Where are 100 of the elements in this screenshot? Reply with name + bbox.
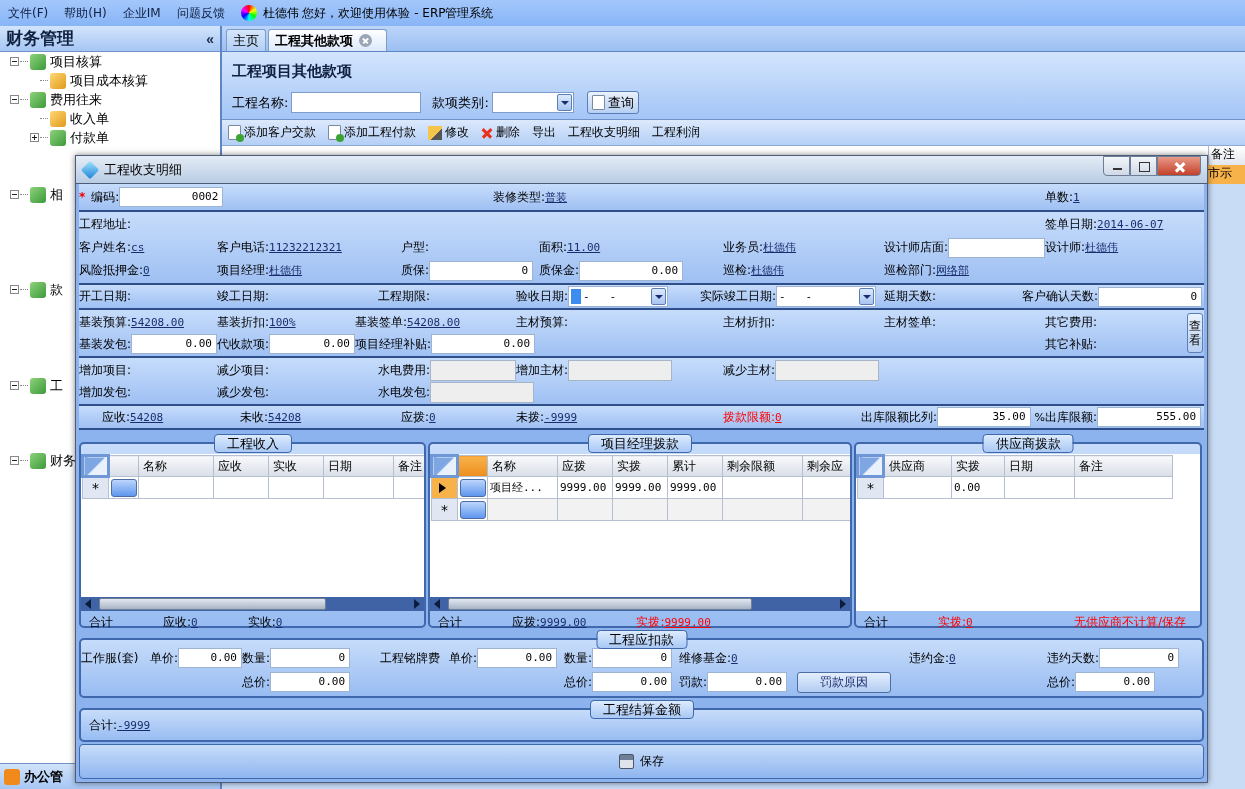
- collapse-toggle-icon[interactable]: [10, 456, 19, 465]
- expand-toggle-icon[interactable]: [30, 133, 39, 142]
- query-button[interactable]: 查询: [586, 91, 639, 114]
- tree-item[interactable]: 收入单: [70, 109, 109, 128]
- field-label: 客户姓名:: [79, 239, 132, 256]
- scrollbar-thumb[interactable]: [448, 598, 752, 610]
- input-field[interactable]: 0.00: [579, 260, 684, 281]
- row-button[interactable]: [459, 500, 486, 519]
- tree-item[interactable]: 工: [50, 376, 63, 395]
- table-cell: 市示: [1208, 165, 1245, 184]
- type-dropdown[interactable]: [491, 92, 574, 113]
- input-field[interactable]: 555.00: [1097, 407, 1202, 427]
- horizontal-scrollbar[interactable]: [430, 597, 850, 611]
- page-title: 工程项目其他款项: [232, 62, 353, 81]
- input-field[interactable]: [948, 237, 1045, 258]
- toolbar-button[interactable]: 工程收支明细: [568, 124, 640, 141]
- input-field[interactable]: 35.00: [937, 407, 1031, 427]
- collapse-toggle-icon[interactable]: [10, 57, 19, 66]
- menu-item[interactable]: 问题反馈: [176, 4, 225, 22]
- input-field[interactable]: 0: [270, 648, 351, 668]
- input-field[interactable]: 0.00: [707, 672, 788, 692]
- scroll-left-icon[interactable]: [434, 599, 440, 609]
- field-label: 竣工日期:: [217, 288, 270, 305]
- input-field[interactable]: 0: [1099, 648, 1180, 668]
- toolbar-button[interactable]: 添加工程付款: [328, 124, 416, 141]
- collapse-toggle-icon[interactable]: [10, 285, 19, 294]
- tab[interactable]: 工程其他款项: [268, 29, 387, 51]
- field-label: 开工日期:: [79, 288, 132, 305]
- grid-corner-icon[interactable]: [857, 455, 884, 477]
- tree-item[interactable]: 款: [50, 280, 63, 299]
- menu-item[interactable]: 企业IM: [122, 4, 161, 22]
- date-field[interactable]: - -: [776, 286, 877, 307]
- input-field[interactable]: 0: [1098, 286, 1203, 307]
- field-label: 代收款项:: [217, 335, 270, 353]
- tree-item[interactable]: 项目核算: [50, 52, 102, 71]
- input-field[interactable]: 0: [592, 648, 673, 668]
- collapse-button[interactable]: «: [206, 30, 214, 47]
- input-field[interactable]: 0.00: [592, 672, 673, 692]
- input-field[interactable]: 0002: [119, 187, 224, 207]
- field-value: 0: [429, 410, 436, 424]
- scroll-right-icon[interactable]: [414, 599, 420, 609]
- close-icon[interactable]: [359, 34, 372, 47]
- field-label: 工作服(套): [81, 649, 139, 667]
- input-field[interactable]: 0.00: [1075, 672, 1156, 692]
- save-button[interactable]: 保存: [613, 752, 670, 771]
- grid-corner-icon[interactable]: [431, 455, 458, 477]
- tree-item[interactable]: 财务: [50, 451, 76, 470]
- collapse-toggle-icon[interactable]: [10, 381, 19, 390]
- field-value: 网络部: [936, 263, 970, 278]
- toolbar-button[interactable]: 添加客户交款: [228, 124, 316, 141]
- close-button[interactable]: [1157, 156, 1201, 176]
- toolbar-button[interactable]: 删除: [481, 124, 520, 141]
- menu-item[interactable]: 文件(F): [8, 4, 49, 22]
- tree-item[interactable]: 付款单: [70, 128, 109, 147]
- name-field[interactable]: [291, 92, 422, 113]
- input-field[interactable]: 0.00: [178, 648, 242, 668]
- field-label: 编码:: [91, 188, 120, 206]
- field-label: 主材折扣:: [723, 313, 776, 331]
- field-value: 100%: [269, 315, 296, 329]
- column-header: 实拨: [612, 455, 668, 477]
- unit-label: %: [1034, 410, 1045, 424]
- minimize-button[interactable]: [1103, 156, 1130, 176]
- row-button[interactable]: [110, 478, 137, 497]
- grid-corner-icon[interactable]: [82, 455, 109, 477]
- collapse-toggle-icon[interactable]: [10, 190, 19, 199]
- input-field[interactable]: 0.00: [431, 334, 536, 354]
- tree-item[interactable]: 费用往来: [50, 90, 102, 109]
- field-label: 实际竣工日期:: [700, 288, 777, 305]
- new-row-marker: *: [441, 501, 448, 518]
- reason-button[interactable]: 罚款原因: [797, 671, 892, 693]
- horizontal-scrollbar[interactable]: [81, 597, 424, 611]
- toolbar-button[interactable]: 工程利润: [652, 124, 700, 141]
- date-field[interactable]: - -: [568, 286, 669, 307]
- input-field[interactable]: 0.00: [131, 334, 217, 354]
- input-field[interactable]: 0.00: [270, 672, 351, 692]
- menu-item[interactable]: 帮助(H): [64, 4, 107, 22]
- input-field[interactable]: 0.00: [477, 648, 558, 668]
- tree-item[interactable]: 相: [50, 185, 63, 204]
- field-label: 合计:: [89, 716, 118, 734]
- scrollbar-thumb[interactable]: [99, 598, 326, 610]
- input-field[interactable]: 0: [429, 260, 534, 281]
- scroll-right-icon[interactable]: [840, 599, 846, 609]
- field-value: 54208.00: [131, 315, 185, 329]
- module-label[interactable]: 办公管: [24, 767, 63, 786]
- panel-title: 财务管理: [6, 27, 74, 50]
- view-button[interactable]: 查看: [1186, 313, 1203, 353]
- field-label: 其它补贴:: [1045, 335, 1098, 353]
- row-button[interactable]: [459, 478, 486, 497]
- tree-node-icon: [30, 53, 46, 70]
- window-title: 工程收支明细: [104, 160, 183, 179]
- collapse-toggle-icon[interactable]: [10, 95, 19, 104]
- toolbar-button[interactable]: 导出: [532, 124, 556, 141]
- tree-item[interactable]: 项目成本核算: [70, 71, 148, 90]
- input-field[interactable]: 0.00: [269, 334, 355, 354]
- field-value: 9999.00: [540, 615, 587, 629]
- toolbar-button[interactable]: 修改: [428, 124, 469, 141]
- scroll-left-icon[interactable]: [85, 599, 91, 609]
- column-header: 日期: [323, 455, 394, 477]
- tab[interactable]: 主页: [226, 29, 266, 51]
- maximize-button[interactable]: [1130, 156, 1157, 176]
